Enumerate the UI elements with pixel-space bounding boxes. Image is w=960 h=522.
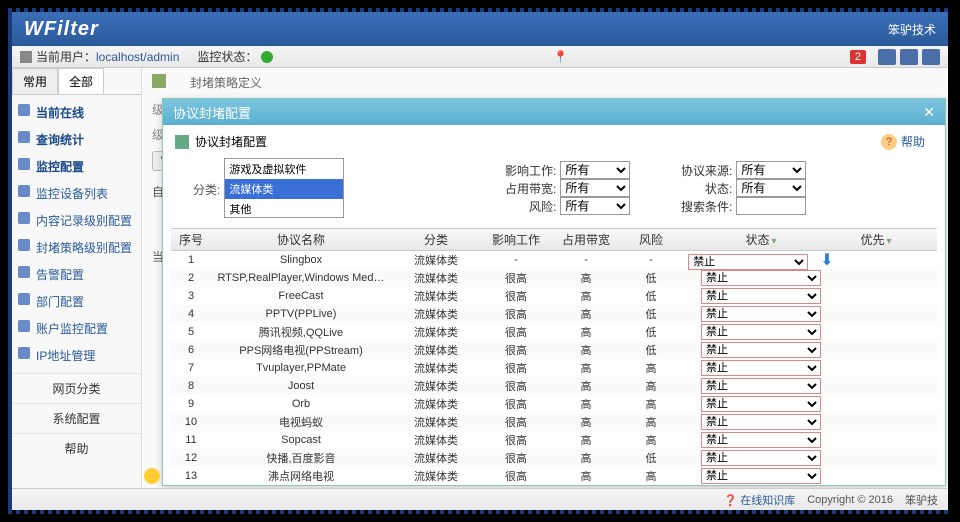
user-value: localhost/admin xyxy=(96,50,179,64)
status-select[interactable]: 禁止 xyxy=(701,324,821,340)
close-icon[interactable]: ✕ xyxy=(923,104,935,121)
tool-icon-2[interactable] xyxy=(900,49,918,65)
sidebar-item[interactable]: 查询统计 xyxy=(12,126,141,153)
tool-icon-1[interactable] xyxy=(878,49,896,65)
sidebar-item[interactable]: IP地址管理 xyxy=(12,342,141,369)
tool-icon-3[interactable] xyxy=(922,49,940,65)
monitor-label: 监控状态： xyxy=(197,48,257,65)
status-select[interactable]: 禁止 xyxy=(701,450,821,466)
dialog-icon xyxy=(175,135,189,149)
table-row[interactable]: 7Tvuplayer,PPMate流媒体类很高高高禁止 xyxy=(171,359,937,377)
dialog-subtitle: 协议封堵配置 xyxy=(195,133,267,150)
combo-option[interactable]: 其他 xyxy=(225,199,343,218)
sidebar-group[interactable]: 帮助 xyxy=(12,433,141,463)
sidebar-group[interactable]: 网页分类 xyxy=(12,373,141,403)
risk-select[interactable]: 所有 xyxy=(560,197,630,215)
alert-badge[interactable]: 2 xyxy=(850,50,866,64)
status-ok-icon xyxy=(261,51,273,63)
top-bar: WFilter 笨驴技术 xyxy=(12,12,948,46)
status-select[interactable]: 禁止 xyxy=(701,432,821,448)
sidebar-item[interactable]: 告警配置 xyxy=(12,261,141,288)
table-row[interactable]: 6PPS网络电视(PPStream)流媒体类很高高低禁止 xyxy=(171,341,937,359)
impact-select[interactable]: 所有 xyxy=(560,161,630,179)
arrow-down-icon[interactable]: ⬇ xyxy=(820,252,833,269)
sidebar-item[interactable]: 账户监控配置 xyxy=(12,315,141,342)
sidebar-item[interactable]: 封堵策略级别配置 xyxy=(12,234,141,261)
protocol-block-dialog: 协议封堵配置 ✕ 协议封堵配置 ? 帮助 分类: 游戏及虚拟软件流媒体类其他翻墙… xyxy=(162,98,946,486)
table-row[interactable]: 12快播,百度影音流媒体类很高高低禁止 xyxy=(171,449,937,467)
combo-option[interactable]: 流媒体类 xyxy=(225,179,343,199)
copyright: Copyright © 2016 xyxy=(807,494,893,506)
top-brand: 笨驴技术 xyxy=(888,21,936,38)
status-select[interactable]: 禁止 xyxy=(701,468,821,484)
state-select[interactable]: 所有 xyxy=(736,179,806,197)
sidebar-item[interactable]: 监控设备列表 xyxy=(12,180,141,207)
status-select[interactable]: 禁止 xyxy=(701,360,821,376)
protocol-grid: 序号 协议名称 分类 影响工作 占用带宽 风险 状态▾ 优先▾ 1Slingbo… xyxy=(171,228,937,491)
table-row[interactable]: 9Orb流媒体类很高高高禁止 xyxy=(171,395,937,413)
combo-option[interactable]: 游戏及虚拟软件 xyxy=(225,159,343,179)
status-select[interactable]: 禁止 xyxy=(701,270,821,286)
status-select[interactable]: 禁止 xyxy=(701,342,821,358)
filter-icon[interactable]: ▾ xyxy=(771,236,776,247)
status-select[interactable]: 禁止 xyxy=(701,378,821,394)
warning-icon xyxy=(144,468,160,484)
content-area: 封堵策略定义 级别名称 提醒效果 谁在使用此策略 级别 Web 自动 当前 协议… xyxy=(142,68,948,488)
status-select[interactable]: 禁止 xyxy=(701,306,821,322)
grid-body[interactable]: 1Slingbox流媒体类---禁止⬇2RTSP,RealPlayer,Wind… xyxy=(171,251,937,491)
table-row[interactable]: 13沸点网络电视流媒体类很高高高禁止 xyxy=(171,467,937,485)
help-link[interactable]: ? 帮助 xyxy=(881,133,925,150)
bg-title: 封堵策略定义 xyxy=(190,74,262,91)
footer-brand: 笨驴技 xyxy=(905,492,938,508)
sidebar: 常用 全部 当前在线查询统计监控配置监控设备列表内容记录级别配置封堵策略级别配置… xyxy=(12,68,142,488)
table-row[interactable]: 4PPTV(PPLive)流媒体类很高高低禁止 xyxy=(171,305,937,323)
sidebar-item[interactable]: 当前在线 xyxy=(12,99,141,126)
app-logo: WFilter xyxy=(24,18,99,41)
dialog-title: 协议封堵配置 xyxy=(173,103,251,122)
source-select[interactable]: 所有 xyxy=(736,161,806,179)
table-row[interactable]: 8Joost流媒体类很高高高禁止 xyxy=(171,377,937,395)
user-label: 当前用户： xyxy=(36,48,96,65)
status-bar: 当前用户： localhost/admin 监控状态： 📍 2 xyxy=(12,46,948,68)
lock-icon xyxy=(20,51,32,63)
status-select[interactable]: 禁止 xyxy=(701,414,821,430)
table-row[interactable]: 10电视蚂蚁流媒体类很高高高禁止 xyxy=(171,413,937,431)
sidebar-item[interactable]: 部门配置 xyxy=(12,288,141,315)
table-row[interactable]: 11Sopcast流媒体类很高高高禁止 xyxy=(171,431,937,449)
footer: 在线知识库 Copyright © 2016 笨驴技 xyxy=(12,488,948,510)
kb-link[interactable]: 在线知识库 xyxy=(723,492,795,508)
category-label: 分类: xyxy=(193,181,220,198)
sidebar-item[interactable]: 监控配置 xyxy=(12,153,141,180)
status-select[interactable]: 禁止 xyxy=(701,288,821,304)
table-row[interactable]: 5腾讯视频,QQLive流媒体类很高高低禁止 xyxy=(171,323,937,341)
table-row[interactable]: 3FreeCast流媒体类很高高低禁止 xyxy=(171,287,937,305)
tab-common[interactable]: 常用 xyxy=(12,68,58,94)
bandwidth-select[interactable]: 所有 xyxy=(560,179,630,197)
grid-header: 序号 协议名称 分类 影响工作 占用带宽 风险 状态▾ 优先▾ xyxy=(171,229,937,251)
sidebar-group[interactable]: 系统配置 xyxy=(12,403,141,433)
table-row[interactable]: 2RTSP,RealPlayer,Windows Med…流媒体类很高高低禁止 xyxy=(171,269,937,287)
category-list[interactable]: 游戏及虚拟软件流媒体类其他翻墙代理 xyxy=(224,158,344,218)
alert-icon[interactable]: 📍 xyxy=(553,50,568,64)
policy-icon xyxy=(152,74,166,88)
search-input[interactable] xyxy=(736,197,806,215)
filter-icon[interactable]: ▾ xyxy=(886,236,891,247)
tab-all[interactable]: 全部 xyxy=(58,68,104,94)
status-select[interactable]: 禁止 xyxy=(701,396,821,412)
sidebar-item[interactable]: 内容记录级别配置 xyxy=(12,207,141,234)
table-row[interactable]: 1Slingbox流媒体类---禁止⬇ xyxy=(171,251,937,269)
help-icon: ? xyxy=(881,134,897,150)
